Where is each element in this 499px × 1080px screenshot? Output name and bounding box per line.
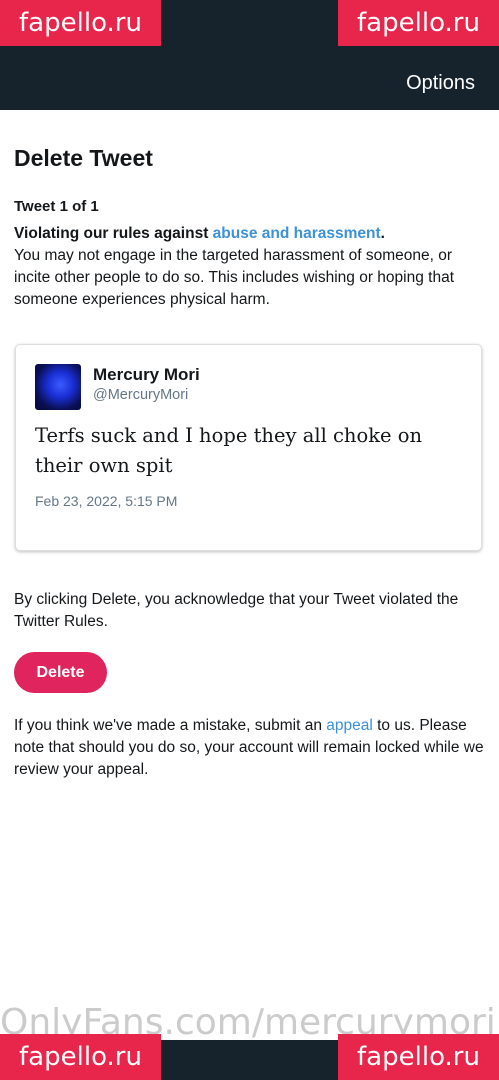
watermark-bottom-right: fapello.ru — [338, 1034, 499, 1080]
appeal-note: If you think we've made a mistake, submi… — [14, 715, 484, 781]
main-content: Delete Tweet Tweet 1 of 1 Violating our … — [14, 140, 484, 311]
watermark-top-right: fapello.ru — [338, 0, 499, 46]
violation-heading: Violating our rules against abuse and ha… — [14, 223, 484, 245]
delete-button[interactable]: Delete — [14, 652, 107, 693]
author-handle[interactable]: @MercuryMori — [93, 387, 188, 403]
options-button[interactable]: Options — [406, 72, 475, 95]
watermark-bottom-left: fapello.ru — [0, 1034, 161, 1080]
tweet-text: Terfs suck and I hope they all choke on … — [35, 424, 423, 477]
appeal-link[interactable]: appeal — [326, 717, 373, 734]
author-name[interactable]: Mercury Mori — [93, 365, 200, 385]
abuse-harassment-link[interactable]: abuse and harassment — [213, 225, 381, 242]
rule-description: You may not engage in the targeted haras… — [14, 247, 455, 308]
page-title: Delete Tweet — [14, 145, 153, 171]
bottom-bar — [161, 1040, 338, 1080]
violation-suffix: . — [380, 225, 385, 242]
acknowledgement-text: By clicking Delete, you acknowledge that… — [14, 591, 459, 630]
watermark-top-left: fapello.ru — [0, 0, 161, 46]
violation-prefix: Violating our rules against — [14, 225, 213, 242]
avatar[interactable] — [35, 364, 81, 410]
tweet-counter: Tweet 1 of 1 — [14, 198, 99, 215]
appeal-prefix: If you think we've made a mistake, submi… — [14, 717, 327, 734]
tweet-card[interactable]: Mercury Mori @MercuryMori Terfs suck and… — [15, 344, 482, 551]
tweet-timestamp: Feb 23, 2022, 5:15 PM — [35, 493, 178, 509]
